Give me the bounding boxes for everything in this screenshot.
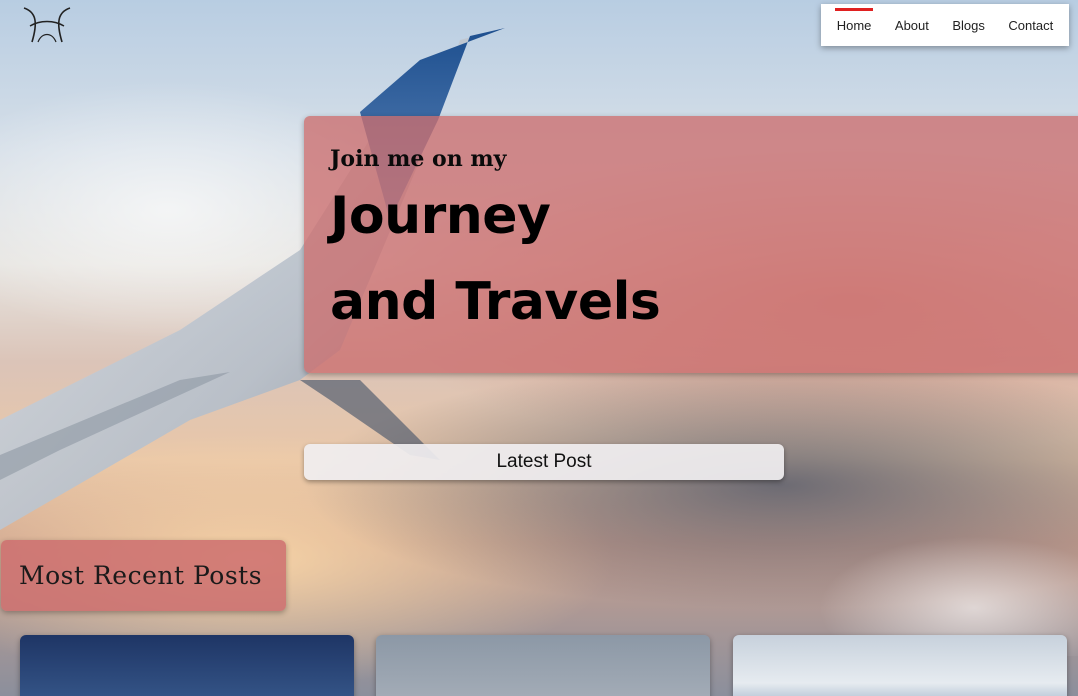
hero-card: Join me on my Journey and Travels <box>304 116 1078 373</box>
main-nav: Home About Blogs Contact <box>821 4 1069 46</box>
hero-kicker: Join me on my <box>330 146 507 172</box>
post-card[interactable] <box>733 635 1067 696</box>
post-card[interactable] <box>376 635 710 696</box>
nav-blogs[interactable]: Blogs <box>950 12 987 39</box>
hero-title-line1: Journey <box>330 186 551 246</box>
hero-title-line2: and Travels <box>330 272 661 332</box>
most-recent-posts-heading: Most Recent Posts <box>1 540 286 611</box>
nav-about[interactable]: About <box>893 12 931 39</box>
post-card[interactable] <box>20 635 354 696</box>
latest-post-button[interactable]: Latest Post <box>304 444 784 480</box>
nav-contact[interactable]: Contact <box>1006 12 1055 39</box>
nav-home[interactable]: Home <box>834 7 874 39</box>
logo-icon[interactable] <box>18 2 76 44</box>
